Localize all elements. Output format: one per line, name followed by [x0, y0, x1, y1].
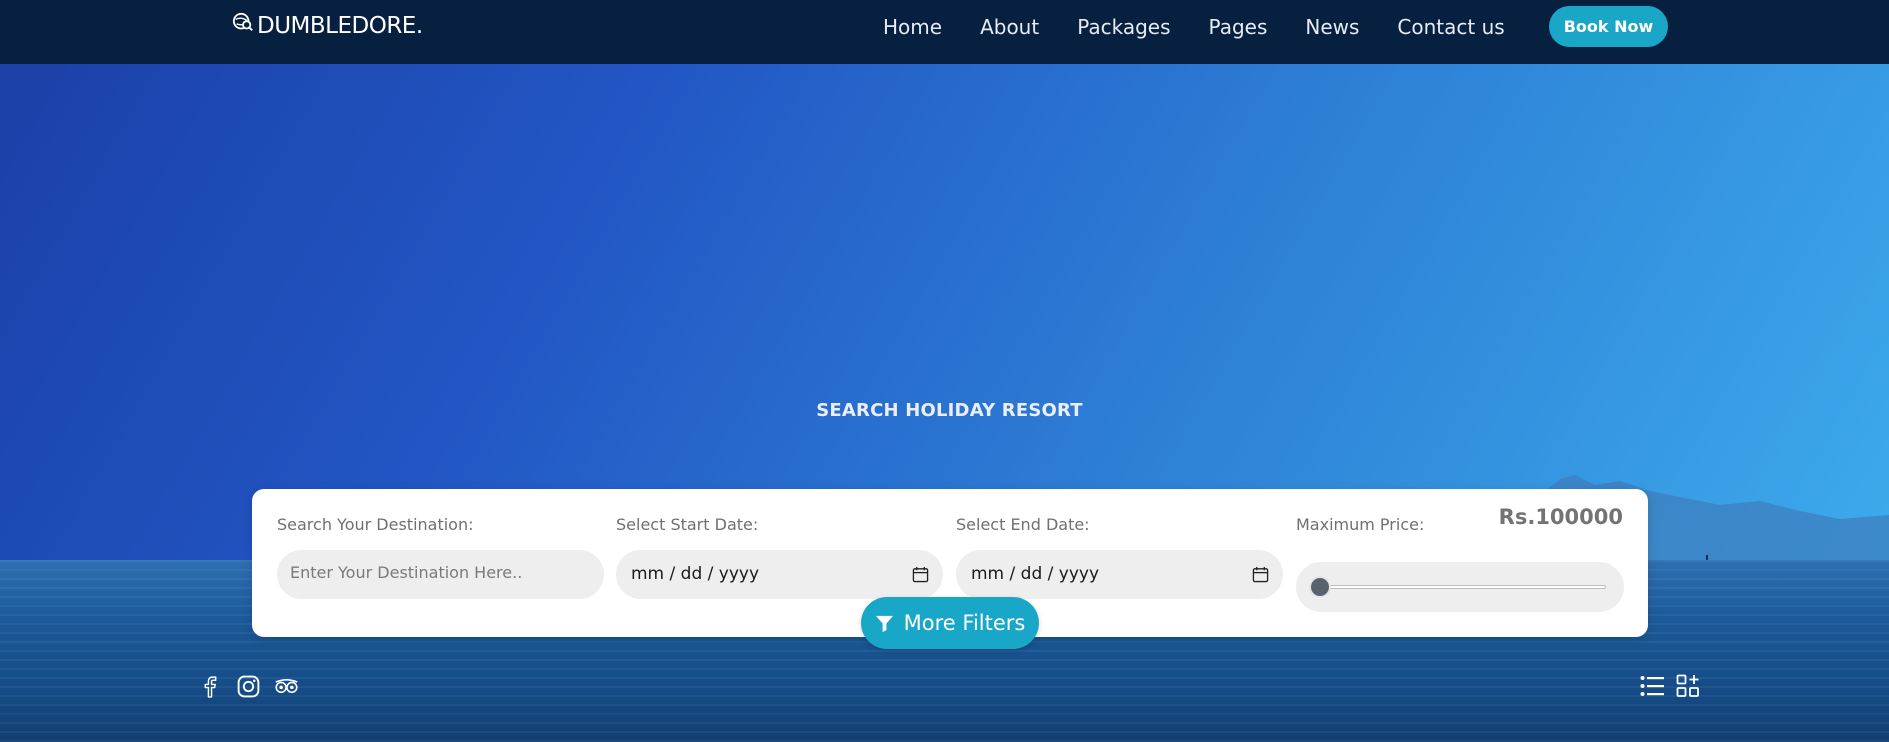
start-date-label: Select Start Date: [616, 515, 759, 534]
nav-packages[interactable]: Packages [1077, 13, 1170, 41]
nav-news[interactable]: News [1305, 13, 1359, 41]
end-date-value: mm / dd / yyyy [971, 564, 1100, 584]
facebook-icon[interactable] [198, 674, 223, 699]
nav-home[interactable]: Home [883, 13, 942, 41]
hero-title: SEARCH HOLIDAY RESORT [816, 400, 1083, 421]
calendar-icon[interactable] [912, 566, 929, 583]
nav-contact-us[interactable]: Contact us [1397, 13, 1504, 41]
view-toggle [1639, 673, 1701, 699]
logo[interactable]: DUMBLEDORE. [232, 11, 423, 41]
calendar-icon[interactable] [1252, 566, 1269, 583]
destination-placeholder: Enter Your Destination Here.. [290, 563, 523, 582]
nav-menu: Home About Packages Pages News Contact u… [883, 13, 1505, 41]
filter-icon [875, 615, 893, 632]
slider-thumb[interactable] [1309, 576, 1331, 598]
social-links [198, 674, 299, 699]
destination-input[interactable]: Enter Your Destination Here.. [277, 550, 604, 599]
price-slider[interactable] [1296, 562, 1624, 612]
instagram-icon[interactable] [236, 674, 261, 699]
end-date-label: Select End Date: [956, 515, 1090, 534]
end-date-input[interactable]: mm / dd / yyyy [956, 550, 1283, 599]
max-price-value: Rs.100000 [1498, 505, 1623, 529]
destination-label: Search Your Destination: [277, 515, 474, 534]
grid-view-icon[interactable] [1675, 673, 1701, 699]
list-view-icon[interactable] [1639, 673, 1665, 699]
navbar: DUMBLEDORE. Home About Packages Pages Ne… [0, 0, 1889, 64]
logo-text: DUMBLEDORE. [257, 13, 423, 39]
slider-track[interactable] [1320, 585, 1606, 589]
globe-search-icon [232, 12, 253, 31]
nav-about[interactable]: About [980, 13, 1039, 41]
tripadvisor-icon[interactable] [274, 674, 299, 699]
start-date-value: mm / dd / yyyy [631, 564, 760, 584]
book-now-button[interactable]: Book Now [1549, 6, 1668, 47]
more-filters-button[interactable]: More Filters [861, 597, 1039, 649]
start-date-input[interactable]: mm / dd / yyyy [616, 550, 943, 599]
more-filters-label: More Filters [903, 611, 1026, 635]
nav-pages[interactable]: Pages [1209, 13, 1268, 41]
max-price-label: Maximum Price: [1296, 515, 1425, 534]
